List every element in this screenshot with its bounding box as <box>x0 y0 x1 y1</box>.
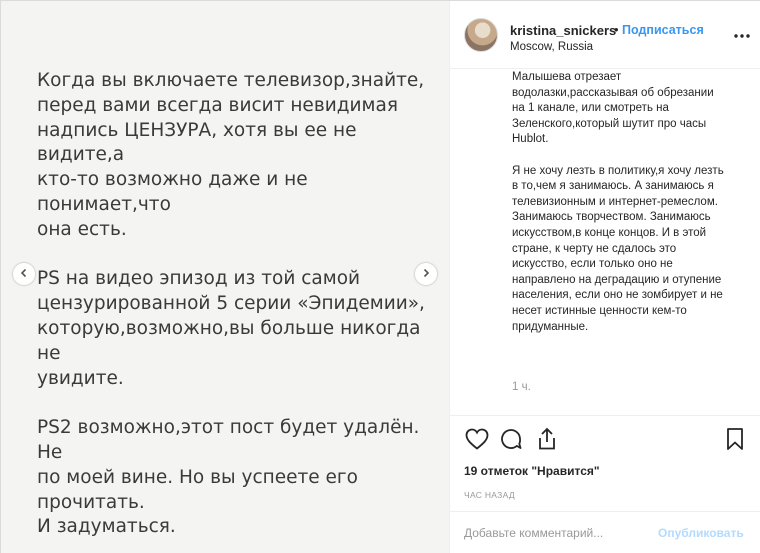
comments-area[interactable]: Малышева отрезает водолазки,рассказывая … <box>450 70 760 414</box>
follow-button[interactable]: Подписаться <box>622 23 704 37</box>
heart-icon <box>465 428 489 455</box>
caption-timestamp[interactable]: 1 ч. <box>512 381 531 393</box>
image-text-block: Когда вы включаете телевизор,знайте, пер… <box>37 69 437 553</box>
publish-button[interactable]: Опубликовать <box>658 526 744 540</box>
chevron-left-icon <box>19 265 29 283</box>
share-button[interactable] <box>534 427 560 456</box>
add-comment-bar: Опубликовать <box>450 511 760 553</box>
image-paragraph-2: PS на видео эпизод из той самой цензурир… <box>37 268 425 389</box>
more-options-button[interactable] <box>732 25 752 45</box>
post-image[interactable]: Когда вы включаете телевизор,знайте, пер… <box>1 1 449 553</box>
chevron-right-icon <box>421 265 431 283</box>
username-link[interactable]: kristina_snickers <box>510 23 616 38</box>
image-paragraph-3: PS2 возможно,этот пост будет удалён. Не … <box>37 417 420 538</box>
caption-paragraph-2: Я не хочу лезть в политику,я хочу лезть … <box>512 164 724 333</box>
instagram-post: Когда вы включаете телевизор,знайте, пер… <box>0 0 760 553</box>
post-sidebar: kristina_snickers • Подписаться Moscow, … <box>449 1 760 553</box>
comment-button[interactable] <box>498 428 524 454</box>
action-bar: 19 отметок "Нравится" ЧАС НАЗАД <box>450 415 760 511</box>
location-link[interactable]: Moscow, Russia <box>510 41 593 53</box>
comment-icon <box>499 427 523 456</box>
like-button[interactable] <box>464 428 490 454</box>
comment-input[interactable] <box>464 524 644 542</box>
next-slide-button[interactable] <box>415 263 437 285</box>
caption-paragraph-1: Малышева отрезает водолазки,рассказывая … <box>512 71 714 146</box>
previous-slide-button[interactable] <box>13 263 35 285</box>
share-icon <box>536 427 558 456</box>
save-button[interactable] <box>722 427 748 456</box>
separator-dot: • <box>614 22 619 37</box>
post-age[interactable]: ЧАС НАЗАД <box>464 490 515 500</box>
post-header: kristina_snickers • Подписаться Moscow, … <box>450 1 760 69</box>
image-paragraph-1: Когда вы включаете телевизор,знайте, пер… <box>37 70 425 240</box>
bookmark-icon <box>726 427 744 456</box>
more-horizontal-icon <box>733 26 751 44</box>
avatar[interactable] <box>464 18 498 52</box>
likes-count[interactable]: 19 отметок "Нравится" <box>464 464 600 478</box>
post-caption: Малышева отрезает водолазки,рассказывая … <box>512 70 728 351</box>
